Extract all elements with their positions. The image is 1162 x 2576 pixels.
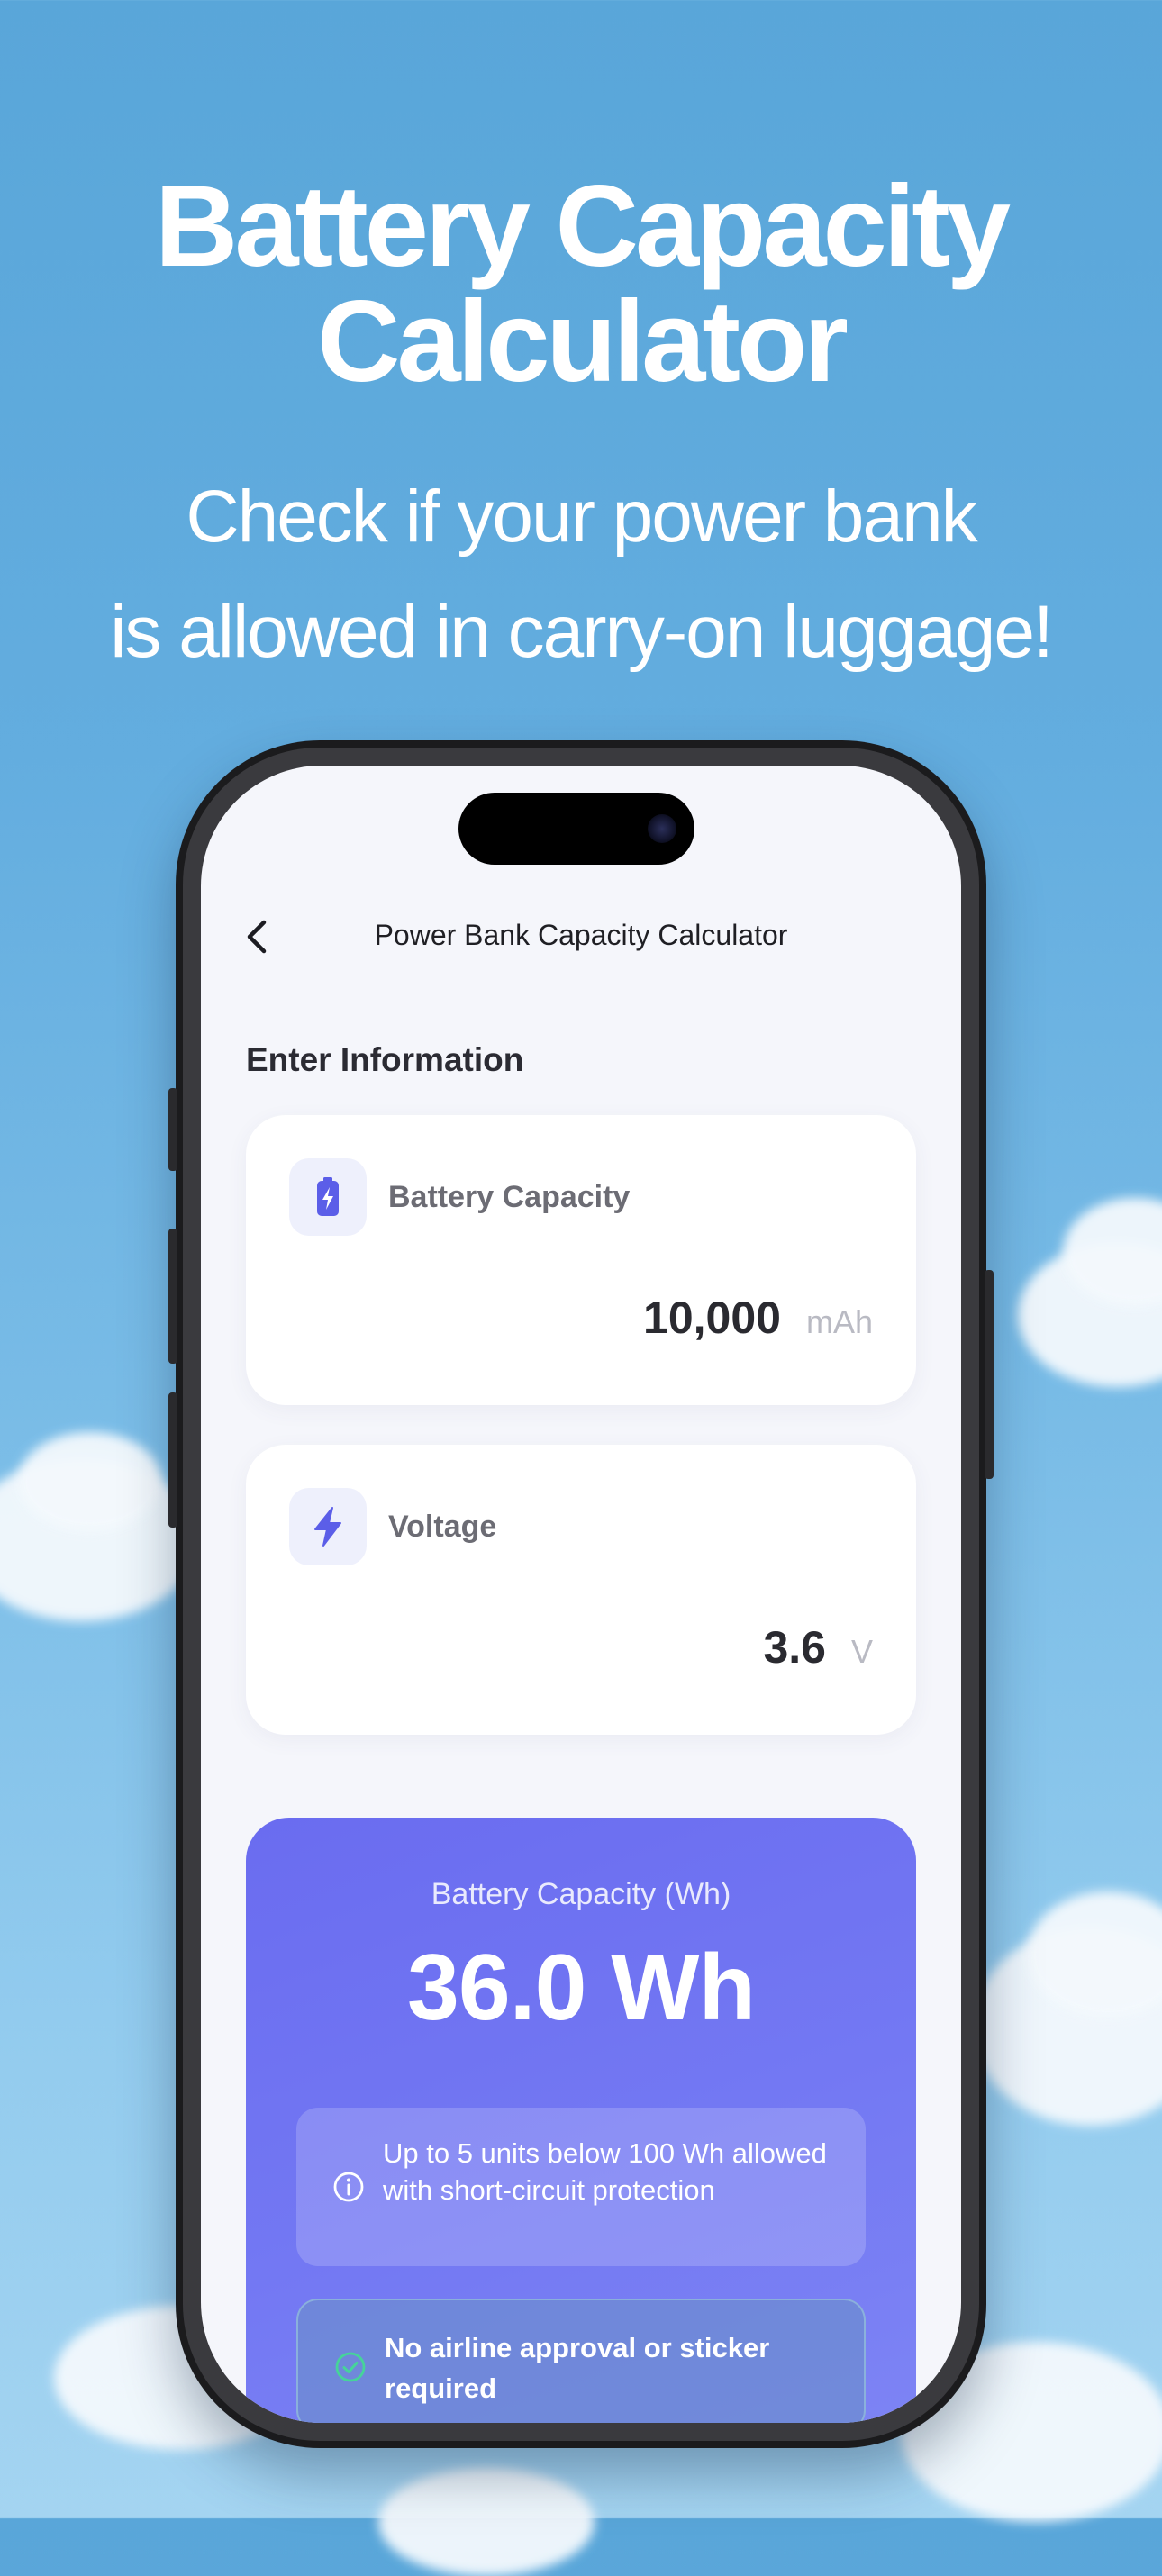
result-value: 36.0 Wh — [407, 1936, 756, 2040]
check-circle-icon — [335, 2352, 366, 2382]
phone-frame: Power Bank Capacity Calculator Enter Inf… — [168, 740, 994, 2448]
battery-charging-icon — [317, 1177, 339, 1216]
promo-title-line1: Battery Capacity — [154, 162, 1011, 291]
dynamic-island — [458, 793, 694, 865]
result-label: Battery Capacity (Wh) — [431, 1877, 731, 1911]
promo-title-line2: Calculator — [317, 277, 849, 406]
volume-down-button — [168, 1392, 177, 1528]
info-notice: Up to 5 units below 100 Wh allowed with … — [296, 2108, 866, 2266]
cloud — [18, 1432, 162, 1531]
section-label: Enter Information — [246, 1041, 524, 1078]
battery-capacity-unit: mAh — [805, 1303, 873, 1340]
voltage-value-row: 3.6 V — [763, 1621, 873, 1673]
battery-capacity-value-row: 10,000 mAh — [643, 1292, 873, 1344]
status-notice: No airline approval or sticker required — [296, 2299, 866, 2423]
info-circle-icon — [333, 2172, 364, 2202]
voltage-input[interactable]: 3.6 — [763, 1621, 826, 1673]
result-card: Battery Capacity (Wh) 36.0 Wh Up to 5 un… — [246, 1818, 916, 2423]
info-notice-text: Up to 5 units below 100 Wh allowed with … — [383, 2137, 827, 2206]
promo-subtitle: Check if your power bank is allowed in c… — [0, 459, 1162, 690]
nav-bar: Power Bank Capacity Calculator — [201, 901, 961, 973]
status-notice-text: No airline approval or sticker required — [385, 2332, 770, 2404]
voltage-icon-box — [289, 1488, 367, 1565]
battery-capacity-label: Battery Capacity — [388, 1180, 631, 1214]
app-screen: Power Bank Capacity Calculator Enter Inf… — [201, 766, 961, 2423]
power-button — [985, 1270, 994, 1479]
lightning-bolt-icon — [314, 1507, 341, 1547]
voltage-label: Voltage — [388, 1510, 497, 1544]
action-button — [168, 1088, 177, 1171]
promo-title: Battery Capacity Calculator — [0, 169, 1162, 400]
voltage-unit: V — [850, 1633, 873, 1670]
battery-capacity-input[interactable]: 10,000 — [643, 1292, 781, 1344]
cloud — [378, 2468, 595, 2576]
nav-title: Power Bank Capacity Calculator — [374, 919, 788, 951]
battery-capacity-card[interactable]: Battery Capacity 10,000 mAh — [246, 1115, 916, 1405]
voltage-card[interactable]: Voltage 3.6 V — [246, 1445, 916, 1735]
volume-up-button — [168, 1229, 177, 1364]
battery-icon-box — [289, 1158, 367, 1236]
promo-subtitle-line1: Check if your power bank — [186, 476, 977, 558]
promo-subtitle-line2: is allowed in carry-on luggage! — [110, 591, 1054, 673]
camera-icon — [648, 814, 676, 843]
